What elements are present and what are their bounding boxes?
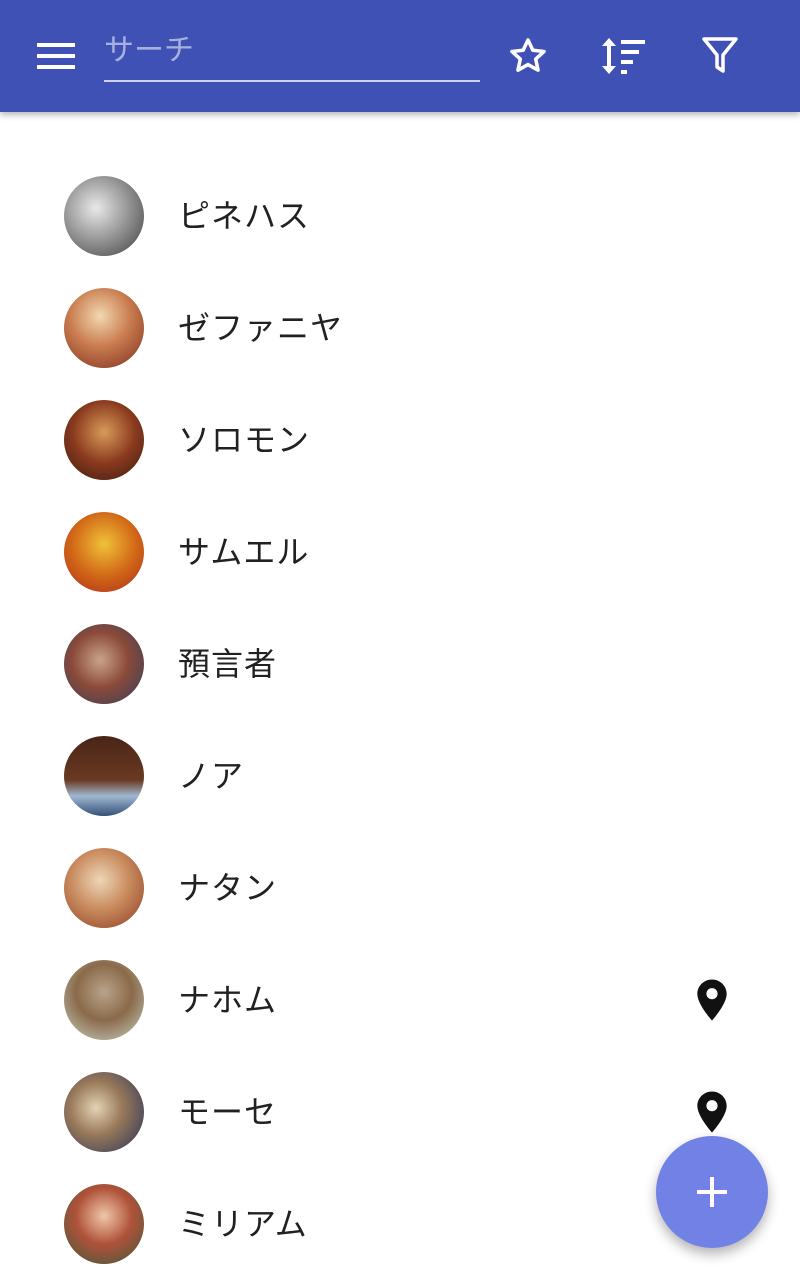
list-item[interactable]: ナホム [0,944,800,1056]
search-field [104,22,480,82]
avatar [64,624,144,704]
list-item-name: ミリアム [178,1205,308,1243]
list-item-name: サムエル [178,533,310,571]
list-item[interactable]: 預言者 [0,608,800,720]
search-input[interactable] [104,22,480,78]
list-item-name: ゼファニヤ [178,309,344,347]
sort-icon [602,38,645,74]
list-item[interactable]: ノア [0,720,800,832]
list-item-name: ナタン [178,869,278,907]
avatar [64,848,144,928]
avatar [64,176,144,256]
avatar [64,288,144,368]
avatar [64,960,144,1040]
list-item-name: ノア [178,757,245,795]
list-item[interactable]: ナタン [0,832,800,944]
list-item-name: 預言者 [178,645,278,683]
list-item[interactable]: ゼファニヤ [0,272,800,384]
list-item-name: ソロモン [178,421,311,459]
list-item[interactable]: ピネハス [0,160,800,272]
avatar [64,1184,144,1264]
sort-button[interactable] [596,28,652,84]
avatar [64,400,144,480]
location-pin-icon[interactable] [694,978,730,1022]
prophet-list: ピネハス ゼファニヤ ソロモン サムエル 預言者 ノア ナタン ナホム モーセ [0,160,800,1280]
list-item-name: ナホム [178,981,278,1019]
list-item-name: ピネハス [178,197,311,235]
filter-button[interactable] [692,28,748,84]
avatar [64,736,144,816]
list-item-name: モーセ [178,1093,278,1131]
app-bar [0,0,800,112]
list-item[interactable]: ソロモン [0,384,800,496]
menu-icon [37,43,75,69]
add-button[interactable] [656,1136,768,1248]
avatar [64,512,144,592]
filter-icon [702,37,738,73]
list-item[interactable]: サムエル [0,496,800,608]
location-pin-icon[interactable] [694,1090,730,1134]
star-outline-icon [510,38,546,72]
favorites-button[interactable] [500,28,556,84]
avatar [64,1072,144,1152]
plus-icon [697,1177,727,1207]
menu-button[interactable] [28,34,84,78]
